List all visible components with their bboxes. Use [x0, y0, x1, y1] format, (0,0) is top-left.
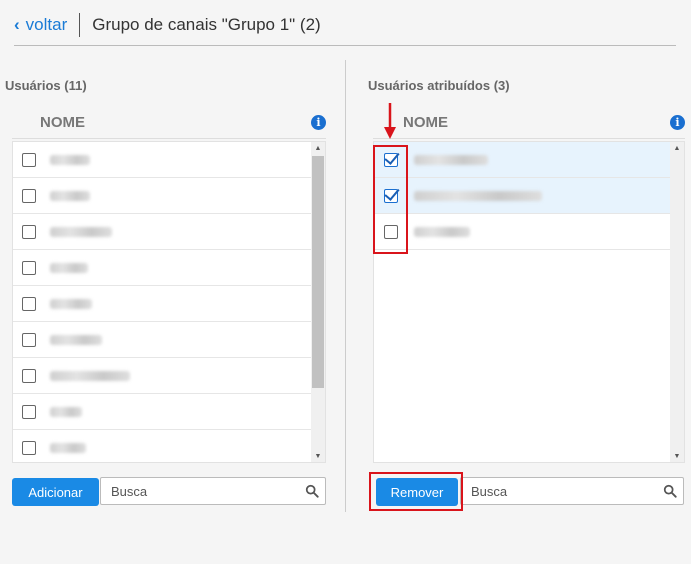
user-name-redacted: [50, 298, 92, 309]
user-name-redacted: [414, 154, 488, 165]
info-icon[interactable]: i: [670, 115, 685, 130]
scroll-down-icon[interactable]: ▼: [670, 450, 684, 462]
assigned-list-scrollbar[interactable]: ▲ ▼: [670, 142, 684, 462]
assigned-users-list: ▲ ▼: [373, 141, 685, 463]
list-item[interactable]: [13, 394, 311, 430]
add-button[interactable]: Adicionar: [12, 478, 99, 506]
users-list-scrollbar[interactable]: ▲ ▼: [311, 142, 325, 462]
back-link[interactable]: ‹ voltar: [14, 15, 67, 35]
assigned-column-header: NOME i: [373, 107, 685, 139]
back-label: voltar: [25, 15, 68, 34]
list-item[interactable]: [374, 178, 670, 214]
name-column-label[interactable]: NOME: [403, 114, 448, 131]
users-panel-title: Usuários (11): [5, 78, 87, 93]
row-checkbox[interactable]: [22, 296, 36, 311]
user-name-redacted: [50, 226, 112, 237]
users-list: ▲ ▼: [12, 141, 326, 463]
row-checkbox[interactable]: [22, 368, 36, 383]
user-name-redacted: [414, 190, 542, 201]
remove-button-highlight-annotation: [369, 472, 463, 511]
list-item[interactable]: [13, 322, 311, 358]
list-item[interactable]: [13, 286, 311, 322]
list-item[interactable]: [374, 142, 670, 178]
list-item[interactable]: [13, 214, 311, 250]
user-name-redacted: [414, 226, 470, 237]
row-checkbox[interactable]: [22, 152, 36, 167]
assigned-search: [460, 477, 684, 505]
row-checkbox[interactable]: [22, 224, 36, 239]
user-name-redacted: [50, 190, 90, 201]
user-name-redacted: [50, 334, 102, 345]
row-checkbox[interactable]: [22, 332, 36, 347]
user-name-redacted: [50, 370, 130, 381]
chevron-left-icon: ‹: [14, 15, 20, 34]
user-name-redacted: [50, 154, 90, 165]
users-search-input[interactable]: [101, 478, 325, 504]
row-checkbox[interactable]: [22, 404, 36, 419]
list-item[interactable]: [374, 214, 670, 250]
list-item[interactable]: [13, 358, 311, 394]
row-checkbox[interactable]: [22, 188, 36, 203]
scroll-down-icon[interactable]: ▼: [311, 450, 325, 462]
users-column-header: NOME i: [12, 107, 326, 139]
list-item[interactable]: [13, 250, 311, 286]
page-title: Grupo de canais "Grupo 1" (2): [92, 15, 321, 34]
row-checkbox[interactable]: [22, 260, 36, 275]
checkbox-highlight-annotation: [373, 145, 408, 254]
header-divider: [79, 13, 81, 37]
name-column-label[interactable]: NOME: [40, 114, 85, 131]
header-rule: [14, 45, 676, 46]
user-name-redacted: [50, 442, 86, 453]
search-icon[interactable]: [663, 484, 677, 498]
list-item[interactable]: [13, 430, 311, 462]
page-header: ‹ voltar Grupo de canais "Grupo 1" (2): [14, 10, 321, 40]
search-icon[interactable]: [305, 484, 319, 498]
row-checkbox[interactable]: [22, 440, 36, 455]
user-name-redacted: [50, 262, 88, 273]
column-divider: [345, 60, 346, 512]
list-item[interactable]: [13, 142, 311, 178]
users-search: [100, 477, 326, 505]
scroll-thumb[interactable]: [312, 156, 324, 388]
list-item[interactable]: [13, 178, 311, 214]
red-arrow-annotation: [384, 103, 396, 139]
scroll-up-icon[interactable]: ▲: [670, 142, 684, 154]
user-name-redacted: [50, 406, 82, 417]
assigned-panel-title: Usuários atribuídos (3): [368, 78, 510, 93]
assigned-search-input[interactable]: [461, 478, 683, 504]
scroll-up-icon[interactable]: ▲: [311, 142, 325, 154]
info-icon[interactable]: i: [311, 115, 326, 130]
